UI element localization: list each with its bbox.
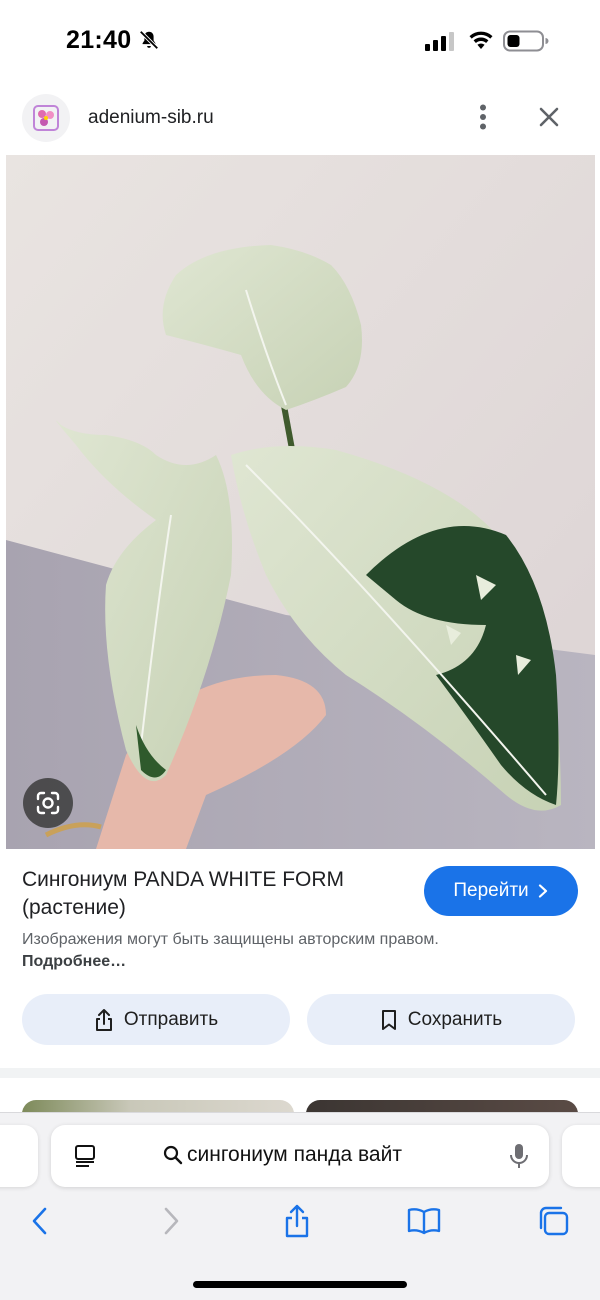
address-bar[interactable]: сингониум панда вайт: [51, 1125, 549, 1187]
google-lens-icon: [36, 791, 60, 815]
bell-slash-icon: [139, 30, 159, 50]
more-vert-icon: [480, 104, 486, 130]
copyright-text: Изображения могут быть защищены авторски…: [22, 931, 439, 948]
bookmarks-icon: [407, 1208, 441, 1235]
share-label: Отправить: [123, 1008, 219, 1030]
previous-tab-preview[interactable]: [0, 1125, 38, 1187]
bookmark-icon: [381, 1009, 396, 1030]
site-header: adenium-sib.ru: [0, 88, 600, 150]
close-icon: [539, 107, 559, 127]
cellular-signal-icon: [425, 32, 454, 51]
battery-icon: [503, 30, 549, 52]
browser-toolbar: сингониум панда вайт: [0, 1112, 600, 1300]
chevron-right-icon: [538, 884, 547, 898]
site-domain[interactable]: adenium-sib.ru: [88, 107, 214, 129]
google-lens-button[interactable]: [23, 778, 73, 828]
save-button[interactable]: Сохранить: [307, 994, 575, 1045]
search-icon: [163, 1145, 183, 1165]
section-divider: [0, 1068, 600, 1078]
tabs-icon: [539, 1206, 569, 1236]
share-icon: [95, 1008, 112, 1031]
plant-photo: [6, 155, 595, 849]
learn-more-link[interactable]: Подробнее…: [22, 953, 126, 970]
home-indicator: [193, 1281, 407, 1288]
favicon-flower-icon: [33, 105, 59, 131]
reader-icon[interactable]: [73, 1144, 97, 1168]
back-button[interactable]: [20, 1201, 60, 1241]
result-title[interactable]: Сингониум PANDA WHITE FORM (растение): [22, 866, 402, 922]
visit-button[interactable]: Перейти: [424, 866, 578, 916]
copyright-notice: Изображения могут быть защищены авторски…: [22, 929, 442, 973]
forward-button[interactable]: [151, 1201, 191, 1241]
tabs-button[interactable]: [533, 1201, 573, 1241]
status-time: 21:40: [66, 26, 132, 54]
forward-icon: [164, 1207, 179, 1235]
next-tab-preview[interactable]: [562, 1125, 600, 1187]
back-icon: [32, 1207, 47, 1235]
safari-share-button[interactable]: [277, 1201, 317, 1241]
bookmarks-button[interactable]: [404, 1201, 444, 1241]
site-favicon[interactable]: [22, 94, 70, 142]
address-field[interactable]: сингониум панда вайт: [163, 1143, 463, 1167]
visit-button-label: Перейти: [453, 880, 529, 901]
status-bar: 21:40: [0, 0, 600, 80]
address-text: сингониум панда вайт: [187, 1143, 402, 1166]
close-button[interactable]: [532, 100, 566, 134]
more-options-button[interactable]: [466, 100, 500, 134]
wifi-icon: [469, 31, 493, 49]
share-button[interactable]: Отправить: [22, 994, 290, 1045]
result-image[interactable]: [6, 155, 595, 849]
save-label: Сохранить: [407, 1008, 503, 1030]
share-icon: [285, 1204, 309, 1238]
mic-icon[interactable]: [507, 1142, 531, 1170]
